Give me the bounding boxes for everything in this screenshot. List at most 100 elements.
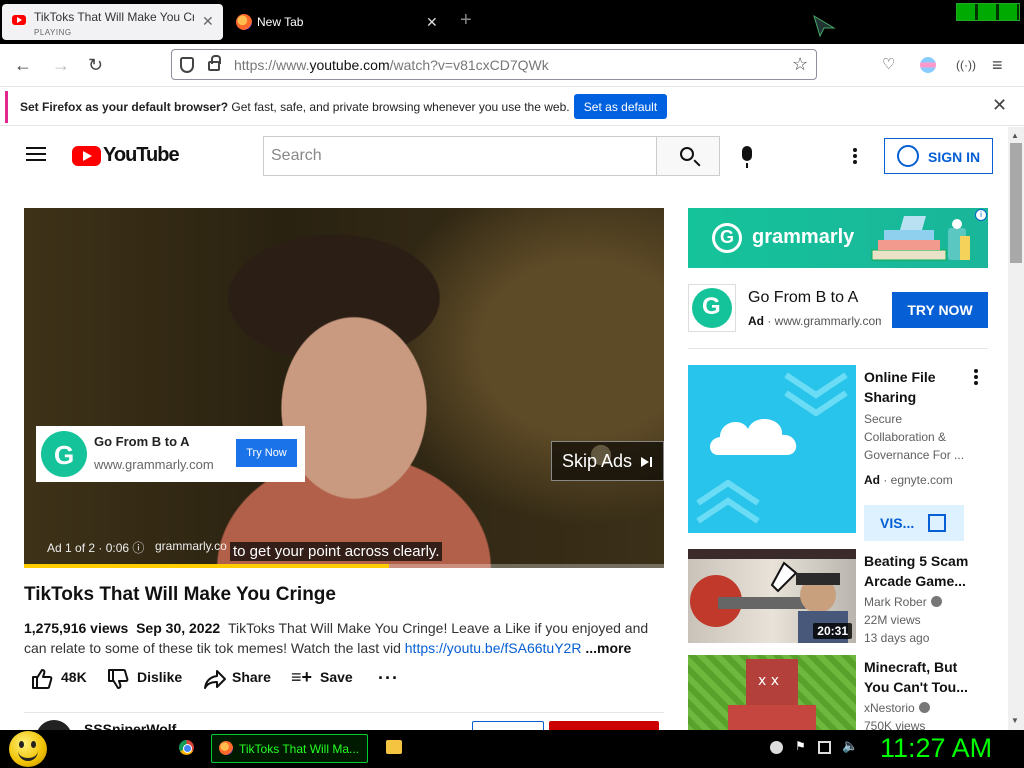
recommendation-meta: Mark Rober 22M views 13 days ago [864, 593, 974, 647]
folder-icon[interactable] [386, 740, 402, 754]
scroll-up-arrow-icon[interactable]: ▲ [1011, 131, 1019, 140]
search-button[interactable] [656, 136, 720, 176]
shield-icon[interactable] [180, 57, 194, 73]
recommendation-ad-meta: Ad · egnyte.com [864, 473, 953, 487]
taskbar-firefox-window[interactable]: TikToks That Will Ma... [211, 734, 368, 763]
save-button[interactable]: Save [320, 669, 353, 685]
taskbar-clock[interactable]: 11:27 AM [880, 733, 992, 764]
channel-row: SSSniperWolf [24, 712, 664, 756]
new-tab-plus-icon[interactable]: + [460, 9, 472, 32]
more-options-icon[interactable] [853, 148, 857, 152]
start-smiley-icon[interactable] [9, 731, 47, 767]
search-input[interactable] [263, 136, 657, 176]
video-player[interactable]: G Go From B to A www.grammarly.com Try N… [24, 208, 664, 568]
extension-icon[interactable]: ((·)) [956, 58, 976, 72]
browser-tab-strip: TikToks That Will Make You Cringe PLAYIN… [0, 0, 1024, 44]
skip-icon [641, 457, 652, 467]
sign-in-label: SIGN IN [928, 149, 981, 165]
back-arrow-icon[interactable]: ← [14, 55, 32, 76]
set-as-default-button[interactable]: Set as default [574, 94, 667, 119]
ad-card-title: Go From B to A [94, 434, 190, 449]
dislike-button[interactable]: Dislike [137, 669, 182, 685]
video-progress-bar[interactable] [24, 564, 664, 568]
external-link-icon [928, 514, 946, 532]
try-now-button[interactable]: Try Now [236, 439, 297, 467]
like-count[interactable]: 48K [61, 669, 87, 685]
reload-icon[interactable]: ↻ [88, 55, 103, 76]
try-now-button[interactable]: TRY NOW [892, 292, 988, 328]
video-thumbnail[interactable]: x x [688, 655, 856, 730]
video-description[interactable]: 1,275,916 views Sep 30, 2022 TikToks Tha… [24, 618, 664, 658]
dislike-thumb-icon[interactable] [107, 668, 129, 690]
close-icon[interactable]: ✕ [426, 14, 438, 31]
more-actions-icon[interactable]: ··· [378, 668, 399, 689]
bookmark-star-icon[interactable]: ☆ [792, 54, 808, 75]
menu-icon[interactable]: ≡ [992, 55, 1003, 76]
share-button[interactable]: Share [232, 669, 271, 685]
skip-ads-label: Skip Ads [562, 451, 633, 471]
video-thumbnail[interactable]: 20:31 [688, 549, 856, 643]
scroll-down-arrow-icon[interactable]: ▼ [1011, 716, 1019, 725]
video-title: TikToks That Will Make You Cringe [24, 584, 336, 605]
like-thumb-icon[interactable] [31, 668, 53, 690]
sign-in-button[interactable]: SIGN IN [884, 138, 993, 174]
egnyte-thumbnail[interactable] [688, 365, 856, 533]
share-icon[interactable] [203, 668, 227, 690]
recommendation-meta: xNestorio 750K views [864, 699, 974, 730]
tray-network-icon[interactable] [818, 741, 831, 754]
recommendation-title[interactable]: Beating 5 Scam Arcade Game... [864, 551, 974, 591]
video-duration: 20:31 [813, 623, 852, 639]
account-icon[interactable] [920, 57, 936, 73]
recommendation-title[interactable]: Online File Sharing [864, 367, 974, 407]
tab-youtube[interactable]: TikToks That Will Make You Cringe PLAYIN… [2, 4, 223, 40]
books-illustration-icon [871, 216, 970, 261]
show-more-link[interactable]: ...more [585, 640, 631, 656]
window-cursor-icon [813, 14, 836, 38]
ad-info-icon[interactable]: i [975, 209, 987, 221]
tab-new-tab[interactable]: New Tab ✕ [226, 4, 448, 40]
youtube-logo-icon[interactable] [72, 146, 101, 166]
recommendation-description: Secure Collaboration & Governance For ..… [864, 412, 965, 462]
tray-volume-icon[interactable]: 🔈 [842, 738, 858, 753]
scrollbar-thumb[interactable] [1010, 143, 1022, 263]
tray-status-icon[interactable] [770, 741, 783, 754]
default-browser-notification: Set Firefox as your default browser? Get… [0, 86, 1024, 126]
youtube-favicon-icon [12, 15, 26, 25]
close-icon[interactable]: ✕ [202, 13, 214, 30]
hamburger-menu-icon[interactable] [26, 147, 46, 161]
lock-icon[interactable] [208, 55, 221, 71]
microphone-icon[interactable] [742, 146, 752, 168]
sidebar-ad-title: Go From B to A [748, 289, 859, 306]
tray-flag-icon[interactable]: ⚑ [795, 739, 808, 753]
verified-icon [918, 702, 930, 713]
taskbar-window-label: TikToks That Will Ma... [239, 742, 360, 756]
more-options-icon[interactable] [974, 369, 978, 373]
ad-domain-link[interactable]: grammarly.co [155, 539, 227, 553]
system-meter-icon [956, 3, 1020, 21]
description-link[interactable]: https://youtu.be/fSA66tuY2R [405, 640, 582, 656]
view-count: 1,275,916 views [24, 620, 129, 636]
svg-text:x x: x x [758, 673, 779, 689]
pocket-icon[interactable]: ♡ [882, 55, 895, 73]
url-text[interactable]: https://www.youtube.com/watch?v=v81cxCD7… [234, 57, 549, 73]
url-bar[interactable]: https://www.youtube.com/watch?v=v81cxCD7… [171, 49, 817, 80]
skip-ads-button[interactable]: Skip Ads [551, 441, 664, 481]
upload-date: Sep 30, 2022 [136, 620, 221, 636]
recommendation-item[interactable]: 20:31 Beating 5 Scam Arcade Game... Mark… [688, 549, 1008, 645]
firefox-icon [219, 741, 233, 755]
player-ad-card[interactable]: G Go From B to A www.grammarly.com Try N… [36, 426, 305, 482]
youtube-logo-text[interactable]: YouTube [103, 144, 180, 167]
recommendation-item[interactable]: x x Minecraft, But You Can't Tou... xNes… [688, 655, 1008, 730]
video-caption: to get your point across clearly. [230, 542, 443, 561]
grammarly-banner-ad[interactable]: G grammarly [688, 208, 988, 268]
visit-site-button[interactable]: VIS... [864, 505, 964, 541]
save-playlist-icon[interactable]: ≡+ [291, 667, 312, 688]
banner-brand-text: grammarly [752, 226, 855, 248]
chrome-icon[interactable] [179, 740, 194, 755]
sidebar-ad[interactable]: G Go From B to A Ad · www.grammarly.com … [688, 284, 988, 349]
forward-arrow-icon[interactable]: → [52, 55, 70, 76]
close-icon[interactable]: ✕ [992, 95, 1007, 116]
recommendation-title[interactable]: Minecraft, But You Can't Tou... [864, 657, 974, 697]
visit-label: VIS... [880, 515, 915, 531]
os-taskbar: TikToks That Will Ma... ⚑ 🔈 11:27 AM [0, 730, 1024, 768]
